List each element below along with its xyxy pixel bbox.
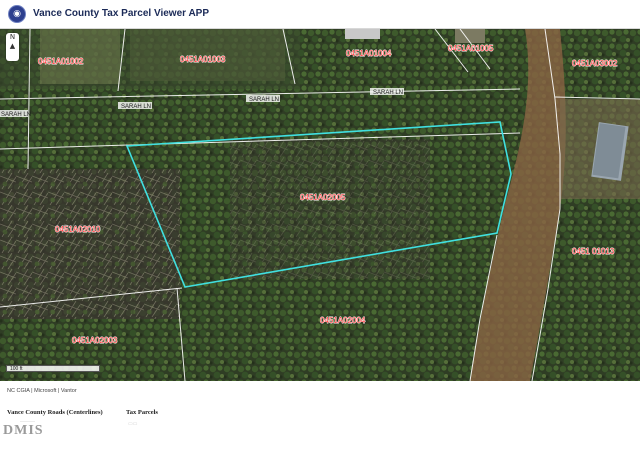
road-label: SARAH LN — [1, 112, 31, 118]
parcel-label: 0451A01005 — [448, 44, 494, 53]
parcel-label: 0451A01004 — [346, 49, 392, 58]
parcel-label: 0451A01003 — [180, 55, 226, 64]
road-label: SARAH LN — [249, 97, 279, 103]
app-header: ◉ Vance County Tax Parcel Viewer APP — [0, 0, 640, 29]
legend-item-parcels: Tax Parcels — [126, 409, 158, 416]
app-title: Vance County Tax Parcel Viewer APP — [33, 8, 210, 19]
compass-label: N — [9, 33, 16, 41]
legend-swatch-parcels: ▭▭ — [128, 421, 138, 427]
map-attribution: NC CGIA | Microsoft | Vantor — [7, 388, 77, 394]
scale-bar: 100 ft — [6, 365, 100, 372]
road-label: SARAH LN — [121, 104, 151, 110]
parcel-label: 0451A01002 — [38, 57, 84, 66]
parcel-label: 0451A03002 — [572, 59, 618, 68]
parcel-label: 0451 01013 — [572, 247, 615, 256]
parcel-label: 0451A02004 — [320, 316, 366, 325]
parcel-label: 0451A02003 — [72, 336, 118, 345]
selected-parcel-label: 0451A02005 — [300, 193, 346, 202]
legend-item-roads: Vance County Roads (Centerlines) — [7, 409, 103, 416]
north-arrow-icon: ▲ — [9, 42, 16, 50]
compass-button[interactable]: N ▲ — [6, 33, 19, 61]
road-label: SARAH LN — [373, 90, 403, 96]
scale-label: 100 ft — [10, 366, 23, 372]
map-view[interactable]: SARAH LN SARAH LN SARAH LN SARAH LN 0451… — [0, 29, 640, 381]
county-seal-icon: ◉ — [8, 5, 26, 23]
aerial-imagery: SARAH LN SARAH LN SARAH LN SARAH LN 0451… — [0, 29, 640, 381]
dmis-logo: DMIS — [3, 423, 44, 438]
parcel-label: 0451A02010 — [55, 225, 101, 234]
